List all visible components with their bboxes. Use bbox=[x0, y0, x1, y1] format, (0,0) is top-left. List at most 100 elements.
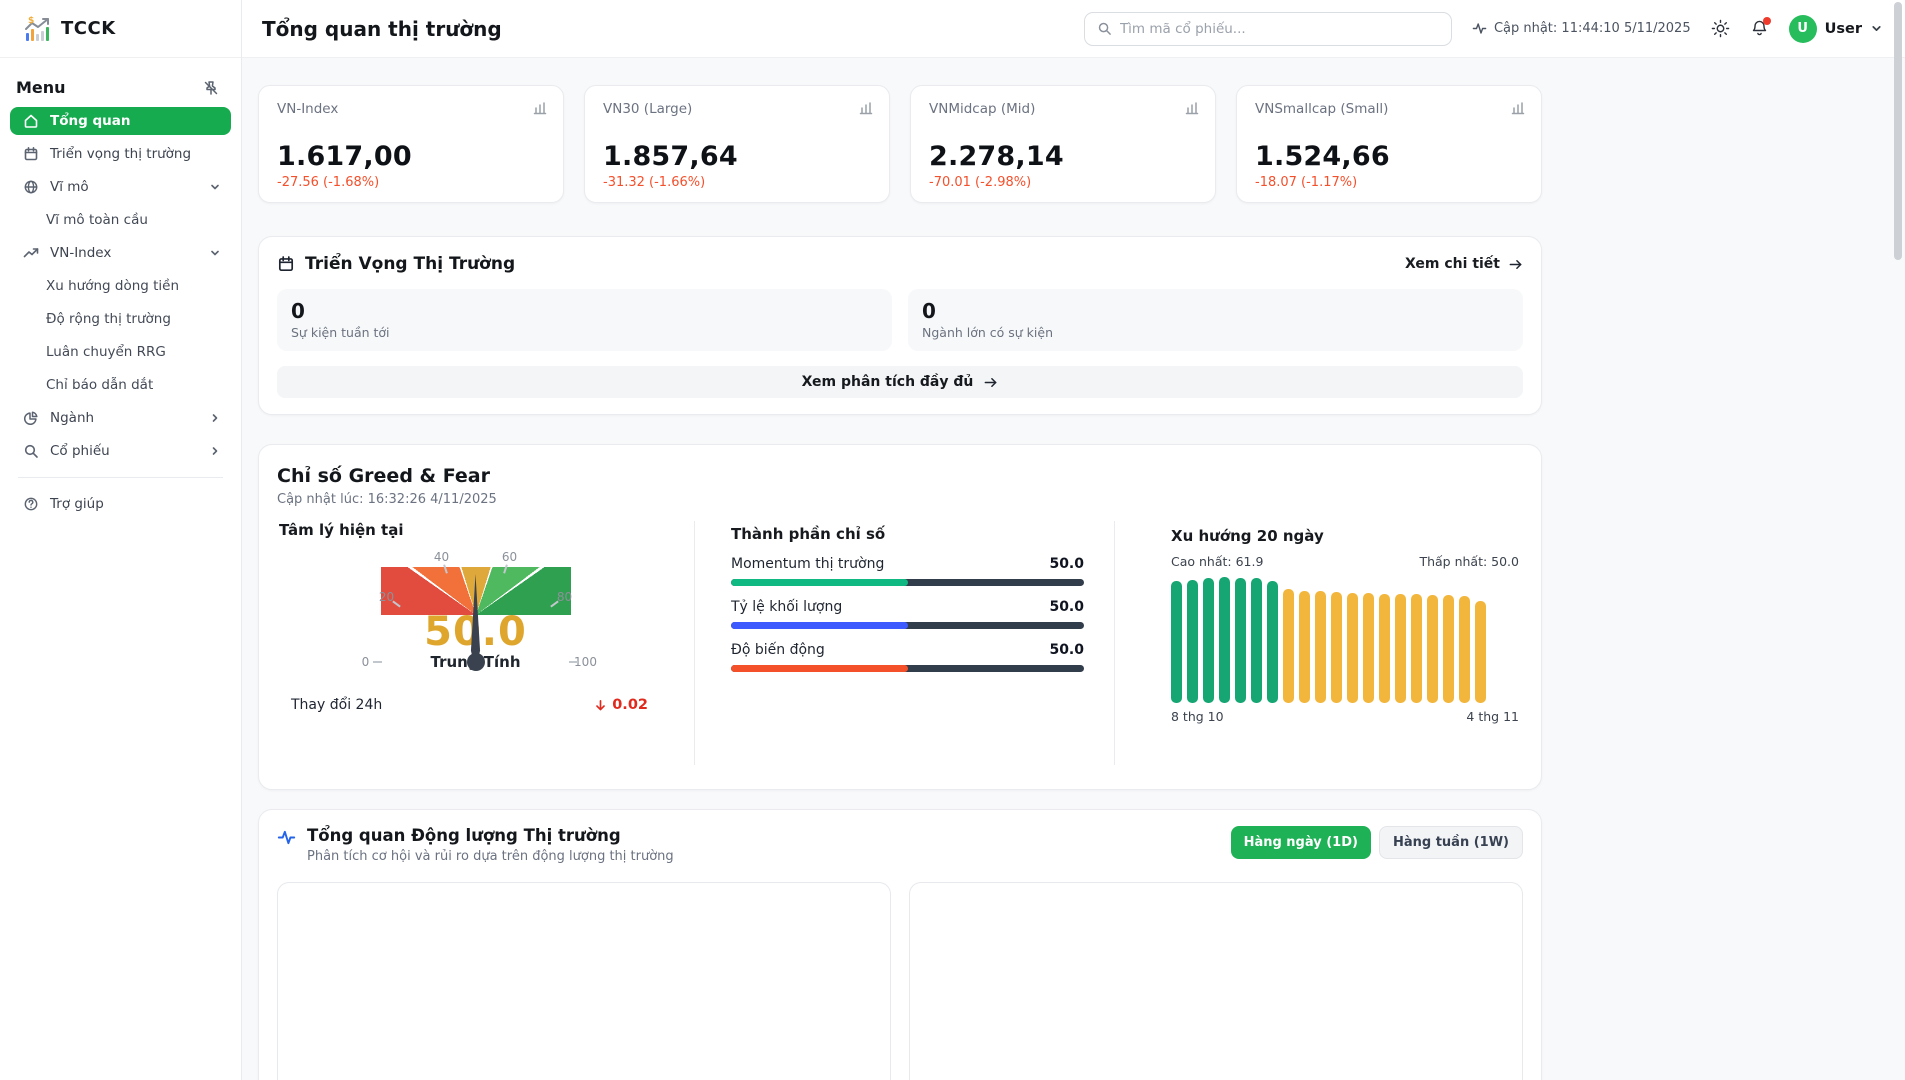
sidebar-item-do-rong-thi-truong[interactable]: Độ rộng thị trường bbox=[10, 305, 231, 333]
user-name: User bbox=[1825, 21, 1862, 37]
trend-title: Xu hướng 20 ngày bbox=[1171, 527, 1519, 545]
trend-bar bbox=[1299, 591, 1310, 703]
momentum-title: Tổng quan Động lượng Thị trường bbox=[307, 826, 674, 845]
stat-label: Sự kiện tuần tới bbox=[291, 325, 878, 340]
search-icon bbox=[1097, 21, 1112, 36]
index-change: -18.07 (-1.17%) bbox=[1255, 175, 1523, 190]
search-input[interactable] bbox=[1120, 21, 1439, 37]
tcck-logo-icon: $ bbox=[24, 15, 52, 43]
bar-chart-icon bbox=[858, 100, 874, 116]
index-change: -31.32 (-1.66%) bbox=[603, 175, 871, 190]
stat-value: 0 bbox=[922, 299, 1509, 323]
trending-up-icon bbox=[23, 245, 39, 261]
component-bar bbox=[731, 622, 1084, 629]
index-card-vn30[interactable]: VN30 (Large) 1.857,64 -31.32 (-1.66%) bbox=[584, 85, 890, 203]
update-status: Cập nhật: 11:44:10 5/11/2025 bbox=[1472, 21, 1691, 36]
trend-bar bbox=[1427, 595, 1438, 703]
weekly-toggle-button[interactable]: Hàng tuần (1W) bbox=[1379, 826, 1523, 859]
outlook-detail-link[interactable]: Xem chi tiết bbox=[1405, 256, 1523, 272]
sidebar-item-trien-vong[interactable]: Triển vọng thị trường bbox=[10, 140, 231, 168]
sidebar-item-vi-mo[interactable]: Vĩ mô bbox=[10, 173, 231, 201]
greed-fear-updated: Cập nhật lúc: 16:32:26 4/11/2025 bbox=[277, 492, 1541, 507]
page-scrollbar[interactable] bbox=[1894, 0, 1903, 1080]
sidebar-item-xu-huong-dong-tien[interactable]: Xu hướng dòng tiền bbox=[10, 272, 231, 300]
notification-badge bbox=[1763, 17, 1771, 25]
gauge-title: Tâm lý hiện tại bbox=[277, 521, 674, 539]
trend-bar bbox=[1395, 594, 1406, 703]
index-value: 2.278,14 bbox=[929, 141, 1197, 172]
index-name: VN-Index bbox=[277, 101, 545, 117]
sidebar-item-vi-mo-toan-cau[interactable]: Vĩ mô toàn cầu bbox=[10, 206, 231, 234]
brand-name: TCCK bbox=[61, 18, 116, 39]
sidebar-item-luan-chuyen-rrg[interactable]: Luân chuyển RRG bbox=[10, 338, 231, 366]
chevron-down-icon bbox=[209, 247, 221, 259]
outlook-stat-sectors: 0 Ngành lớn có sự kiện bbox=[908, 289, 1523, 351]
sidebar-item-label: Triển vọng thị trường bbox=[50, 146, 221, 162]
trend-axis-end: 4 thg 11 bbox=[1466, 709, 1519, 724]
sidebar-item-tro-giup[interactable]: Trợ giúp bbox=[10, 490, 231, 518]
bar-chart-icon bbox=[532, 100, 548, 116]
home-icon bbox=[23, 113, 39, 129]
pin-off-icon[interactable] bbox=[203, 80, 219, 96]
user-menu[interactable]: U User bbox=[1789, 15, 1883, 43]
outlook-full-analysis-button[interactable]: Xem phân tích đầy đủ bbox=[277, 366, 1523, 398]
trend-bar bbox=[1331, 592, 1342, 703]
sidebar-item-tong-quan[interactable]: Tổng quan bbox=[10, 107, 231, 135]
arrow-down-icon bbox=[594, 699, 607, 712]
index-card-vnmidcap[interactable]: VNMidcap (Mid) 2.278,14 -70.01 (-2.98%) bbox=[910, 85, 1216, 203]
theme-toggle-button[interactable] bbox=[1711, 19, 1730, 38]
update-text: Cập nhật: 11:44:10 5/11/2025 bbox=[1494, 21, 1691, 36]
notifications-button[interactable] bbox=[1750, 19, 1769, 38]
chevron-down-icon bbox=[209, 181, 221, 193]
calendar-icon bbox=[23, 146, 39, 162]
scrollbar-thumb[interactable] bbox=[1894, 2, 1902, 260]
daily-toggle-button[interactable]: Hàng ngày (1D) bbox=[1231, 826, 1371, 859]
gauge-tick-label: 60 bbox=[502, 550, 517, 564]
trend-column: Xu hướng 20 ngày Cao nhất: 61.9 Thấp nhấ… bbox=[1114, 521, 1541, 765]
arrow-right-icon bbox=[983, 375, 998, 390]
bar-chart-icon bbox=[1184, 100, 1200, 116]
chevron-right-icon bbox=[209, 412, 221, 424]
index-card-vnsmallcap[interactable]: VNSmallcap (Small) 1.524,66 -18.07 (-1.1… bbox=[1236, 85, 1542, 203]
sentiment-gauge-column: Tâm lý hiện tại 50.0 Trung Tính 02040608… bbox=[277, 521, 694, 765]
trend-bar bbox=[1251, 578, 1262, 703]
trend-bar bbox=[1411, 594, 1422, 703]
sidebar-item-nganh[interactable]: Ngành bbox=[10, 404, 231, 432]
sidebar-item-label: Vĩ mô toàn cầu bbox=[46, 212, 221, 228]
sidebar-item-chi-bao-dan-dat[interactable]: Chỉ báo dẫn dắt bbox=[10, 371, 231, 399]
index-name: VNSmallcap (Small) bbox=[1255, 101, 1523, 117]
greed-fear-title: Chỉ số Greed & Fear bbox=[277, 465, 1541, 487]
trend-bar bbox=[1283, 589, 1294, 703]
sidebar-item-label: Tổng quan bbox=[50, 113, 221, 129]
index-card-vnindex[interactable]: VN-Index 1.617,00 -27.56 (-1.68%) bbox=[258, 85, 564, 203]
chevron-down-icon bbox=[1870, 22, 1883, 35]
component-bar bbox=[731, 579, 1084, 586]
sidebar-item-label: Trợ giúp bbox=[50, 496, 221, 512]
gauge-needle-hub bbox=[467, 653, 485, 671]
activity-icon bbox=[1472, 21, 1487, 36]
trend-high-label: Cao nhất: 61.9 bbox=[1171, 554, 1263, 569]
trend-bar bbox=[1315, 591, 1326, 703]
trend-bar bbox=[1235, 578, 1246, 703]
momentum-subtitle: Phân tích cơ hội và rủi ro dựa trên động… bbox=[307, 849, 674, 864]
trend-bar bbox=[1219, 577, 1230, 703]
component-row-volatility: Độ biến động 50.0 bbox=[731, 642, 1084, 672]
trend-bar bbox=[1203, 578, 1214, 703]
stat-value: 0 bbox=[291, 299, 878, 323]
main-content: VN-Index 1.617,00 -27.56 (-1.68%) VN30 (… bbox=[242, 58, 1558, 1080]
change-24h-label: Thay đổi 24h bbox=[291, 697, 382, 713]
bar-chart-icon bbox=[1510, 100, 1526, 116]
sidebar-item-label: Vĩ mô bbox=[50, 179, 198, 195]
sidebar-item-co-phieu[interactable]: Cổ phiếu bbox=[10, 437, 231, 465]
component-label: Tỷ lệ khối lượng bbox=[731, 599, 842, 615]
sidebar-item-vn-index[interactable]: VN-Index bbox=[10, 239, 231, 267]
trend-bar bbox=[1347, 593, 1358, 703]
calendar-icon bbox=[277, 255, 295, 273]
components-column: Thành phần chỉ số Momentum thị trường 50… bbox=[694, 521, 1114, 765]
stock-search-box[interactable] bbox=[1084, 12, 1452, 46]
momentum-panel: Tổng quan Động lượng Thị trường Phân tíc… bbox=[258, 809, 1542, 1080]
activity-icon bbox=[277, 828, 296, 847]
app-window: $ TCCK Menu Tổng quan Triển vọng thị trư… bbox=[0, 0, 1905, 1080]
trend-bar bbox=[1475, 601, 1486, 703]
index-value: 1.617,00 bbox=[277, 141, 545, 172]
